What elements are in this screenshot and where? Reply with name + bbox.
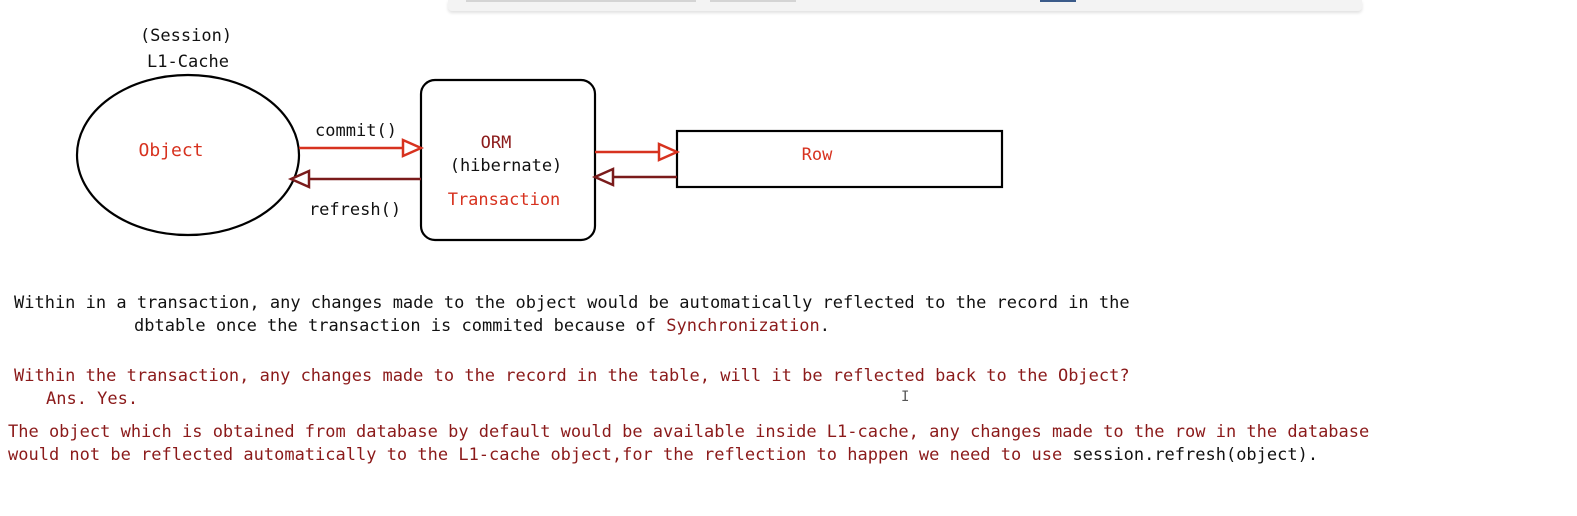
orm-to-row-arrow	[595, 142, 681, 162]
row-box	[675, 129, 1004, 189]
session-label: (Session)	[140, 26, 232, 46]
explain-line-2-period: .	[1307, 445, 1319, 465]
answer-text: Ans. Yes.	[46, 389, 139, 409]
orm-sync-diagram: (Session) L1-Cache Object ORM (hibernate…	[75, 26, 1004, 242]
refresh-label: refresh()	[309, 200, 401, 220]
note-line-1: Within in a transaction, any changes mad…	[14, 293, 1130, 313]
commit-arrow	[299, 138, 425, 158]
note-line-2: dbtable once the transaction is commited…	[134, 315, 830, 338]
l1-cache-label: L1-Cache	[147, 52, 229, 72]
explain-line-2-text: would not be reflected automatically to …	[8, 445, 1073, 465]
explain-line-2: would not be reflected automatically to …	[8, 444, 1318, 467]
question-text: Within the transaction, any changes made…	[14, 366, 1130, 386]
row-label: Row	[802, 145, 833, 165]
refresh-arrow	[287, 169, 421, 189]
text-cursor-icon: I	[901, 389, 910, 405]
explain-line-1: The object which is obtained from databa…	[8, 422, 1370, 442]
note-line-2-text: dbtable once the transaction is commited…	[134, 316, 667, 336]
note-line-2-period: .	[819, 316, 830, 336]
transaction-label: Transaction	[448, 190, 561, 210]
commit-label: commit()	[315, 121, 397, 141]
row-to-orm-arrow	[591, 167, 677, 187]
object-label: Object	[138, 140, 203, 161]
hibernate-label: (hibernate)	[450, 156, 563, 176]
refresh-code: session.refresh(object)	[1072, 445, 1308, 465]
synchronization-highlight: Synchronization	[666, 316, 820, 336]
orm-label: ORM	[481, 133, 512, 153]
